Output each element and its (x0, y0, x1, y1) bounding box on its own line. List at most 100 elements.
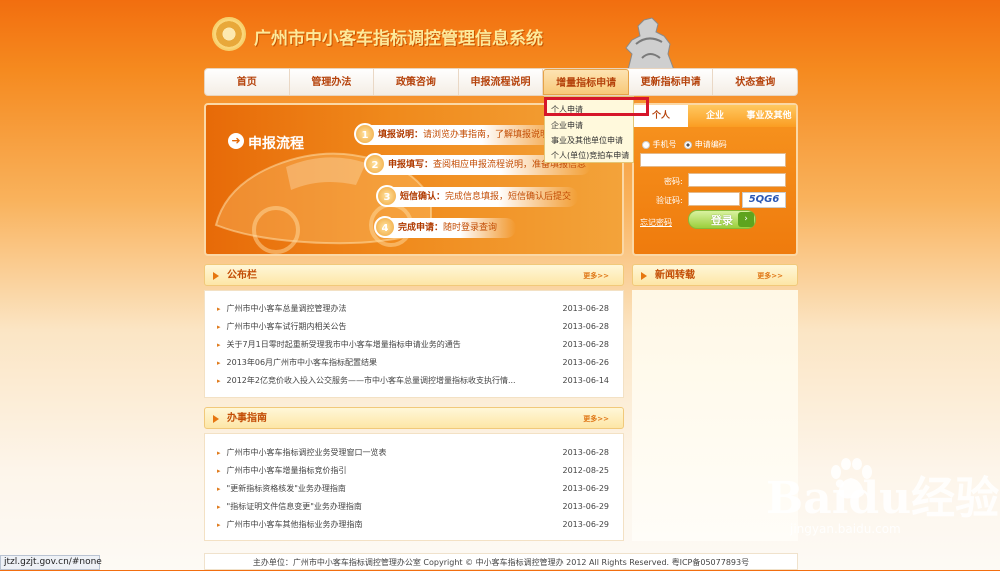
item-date: 2013-06-29 (562, 520, 610, 529)
bullet-icon: ▸ (217, 341, 221, 349)
news-more-link[interactable]: 更多>> (757, 271, 783, 281)
nav-process-guide[interactable]: 申报流程说明 (459, 69, 544, 95)
banner-title: 申报流程 (248, 136, 304, 152)
nav-incremental-quota[interactable]: 增量指标申请 (543, 69, 629, 95)
step-name: 短信确认： (400, 192, 446, 202)
item-date: 2013-06-28 (562, 448, 610, 457)
item-title[interactable]: 2012年2亿竞价收入投入公交服务——市中小客车总量调控增量指标收支执行情... (227, 376, 516, 385)
item-date: 2013-06-29 (562, 484, 610, 493)
nav-home[interactable]: 首页 (205, 69, 290, 95)
step-name: 申报填写： (388, 160, 434, 170)
item-date: 2013-06-28 (562, 322, 610, 331)
item-title[interactable]: 2013年06月广州市中小客车指标配置结果 (227, 358, 378, 367)
guide-list: ▸ 广州市中小客车指标调控业务受理窗口一览表 2013-06-28 ▸ 广州市中小客车… (204, 433, 624, 541)
login-panel: 个人 企业 事业及其他 手机号 申请编码 密码: 验证码: 5QG6 忘记密码 … (632, 103, 798, 256)
tab-enterprise[interactable]: 企业 (688, 105, 742, 127)
item-date: 2013-06-14 (562, 376, 610, 385)
step-number: 3 (376, 185, 398, 207)
step-number: 1 (354, 123, 376, 145)
item-title[interactable]: 广州市中小客车总量调控管理办法 (227, 304, 347, 313)
menu-item-enterprise[interactable]: 企业申请 (551, 120, 583, 131)
item-title[interactable]: 广州市中小客车试行期内相关公告 (227, 322, 347, 331)
item-title[interactable]: 广州市中小客车其他指标业务办理指南 (227, 520, 363, 529)
step-name: 完成申请： (398, 223, 444, 233)
arrow-right-icon: ➜ (228, 133, 244, 149)
site-title: 广州市中小客车指标调控管理信息系统 (254, 29, 543, 49)
list-item[interactable]: ▸ 关于7月1日零时起重新受理我市中小客车增量指标申请业务的通告 2013-06-2… (217, 338, 611, 352)
notice-panel-header: 公布栏 更多>> (204, 264, 624, 286)
main-nav: 首页 管理办法 政策咨询 申报流程说明 增量指标申请 更新指标申请 状态查询 (204, 68, 798, 96)
guide-more-link[interactable]: 更多>> (583, 414, 609, 424)
list-item[interactable]: ▸ 广州市中小客车试行期内相关公告 2013-06-28 (217, 320, 611, 334)
notice-title: 公布栏 (227, 270, 257, 281)
menu-item-institution[interactable]: 事业及其他单位申请 (551, 135, 623, 146)
password-label: 密码: (664, 177, 683, 186)
arrow-right-icon[interactable]: › (738, 212, 754, 227)
item-title[interactable]: 关于7月1日零时起重新受理我市中小客车增量指标申请业务的通告 (227, 340, 461, 349)
captcha-input[interactable] (688, 192, 740, 206)
browser-status-url: jtzl.gzjt.gov.cn/#none (0, 555, 102, 570)
guide-panel-header: 办事指南 更多>> (204, 407, 624, 429)
bullet-icon: ▸ (217, 377, 221, 385)
list-item[interactable]: ▸ 广州市中小客车增量指标竞价指引 2012-08-25 (217, 464, 611, 478)
guide-title: 办事指南 (227, 413, 267, 424)
account-input[interactable] (640, 153, 786, 167)
bullet-icon: ▸ (217, 323, 221, 331)
nav-renewal-quota[interactable]: 更新指标申请 (629, 69, 714, 95)
captcha-label: 验证码: (656, 196, 683, 205)
step-3: 3 短信确认：完成信息填报，短信确认后提交 (376, 185, 578, 207)
list-item[interactable]: ▸ 广州市中小客车总量调控管理办法 2013-06-28 (217, 302, 611, 316)
radio-mobile-label: 手机号 (652, 140, 677, 149)
radio-mobile[interactable] (642, 140, 650, 149)
step-desc: 请浏览办事指南，了解填报说明 (423, 130, 550, 140)
list-item[interactable]: ▸ 广州市中小客车其他指标业务办理指南 2013-06-29 (217, 518, 611, 532)
step-name: 填报说明： (378, 130, 424, 140)
page-footer: 主办单位：广州市中小客车指标调控管理办公室 Copyright © 中小客车指标… (204, 553, 798, 570)
login-type-radios: 手机号 申请编码 (642, 139, 727, 150)
bullet-icon: ▸ (217, 521, 221, 529)
item-date: 2013-06-28 (562, 304, 610, 313)
item-date: 2013-06-26 (562, 358, 610, 367)
login-tabs: 个人 企业 事业及其他 (634, 105, 796, 127)
notice-more-link[interactable]: 更多>> (583, 271, 609, 281)
step-4: 4 完成申请：随时登录查询 (374, 216, 516, 238)
triangle-bullet-icon (213, 272, 219, 280)
item-title[interactable]: 广州市中小客车指标调控业务受理窗口一览表 (227, 448, 387, 457)
site-logo-emblem (212, 17, 246, 51)
bullet-icon: ▸ (217, 467, 221, 475)
list-item[interactable]: ▸ "更新指标资格核发"业务办理指南 2013-06-29 (217, 482, 611, 496)
baidu-jingyan-watermark: Baidu经验 (766, 473, 1000, 524)
bullet-icon: ▸ (217, 449, 221, 457)
forgot-password-link[interactable]: 忘记密码 (640, 217, 672, 228)
list-item[interactable]: ▸ 广州市中小客车指标调控业务受理窗口一览表 2013-06-28 (217, 446, 611, 460)
radio-application-code[interactable] (684, 140, 693, 149)
nav-policy-consult[interactable]: 政策咨询 (374, 69, 459, 95)
radio-code-label: 申请编码 (694, 140, 727, 149)
step-1: 1 填报说明：请浏览办事指南，了解填报说明 (354, 123, 566, 145)
step-desc: 完成信息填报，短信确认后提交 (445, 192, 572, 202)
item-date: 2013-06-29 (562, 502, 610, 511)
captcha-image[interactable]: 5QG6 (742, 192, 786, 208)
watermark-url: jingyan.baidu.com (790, 522, 901, 536)
item-date: 2012-08-25 (562, 466, 610, 475)
news-panel-header: 新闻转载 更多>> (632, 264, 798, 286)
nav-regulations[interactable]: 管理办法 (290, 69, 375, 95)
step-number: 4 (374, 216, 396, 238)
item-title[interactable]: "更新指标资格核发"业务办理指南 (227, 484, 346, 493)
password-input[interactable] (688, 173, 786, 187)
list-item[interactable]: ▸ 2013年06月广州市中小客车指标配置结果 2013-06-26 (217, 356, 611, 370)
step-desc: 随时登录查询 (443, 223, 498, 233)
item-title[interactable]: "指标证明文件信息变更"业务办理指南 (227, 502, 362, 511)
bullet-icon: ▸ (217, 305, 221, 313)
red-highlight-box (544, 97, 649, 116)
bullet-icon: ▸ (217, 359, 221, 367)
tab-institution[interactable]: 事业及其他 (742, 105, 796, 127)
bullet-icon: ▸ (217, 485, 221, 493)
triangle-bullet-icon (213, 415, 219, 423)
nav-status-query[interactable]: 状态查询 (713, 69, 797, 95)
item-title[interactable]: 广州市中小客车增量指标竞价指引 (227, 466, 347, 475)
list-item[interactable]: ▸ "指标证明文件信息变更"业务办理指南 2013-06-29 (217, 500, 611, 514)
list-item[interactable]: ▸ 2012年2亿竞价收入投入公交服务——市中小客车总量调控增量指标收支执行情..… (217, 374, 611, 388)
menu-item-auction-car[interactable]: 个人(单位)竞拍车申请 (551, 150, 629, 161)
bullet-icon: ▸ (217, 503, 221, 511)
